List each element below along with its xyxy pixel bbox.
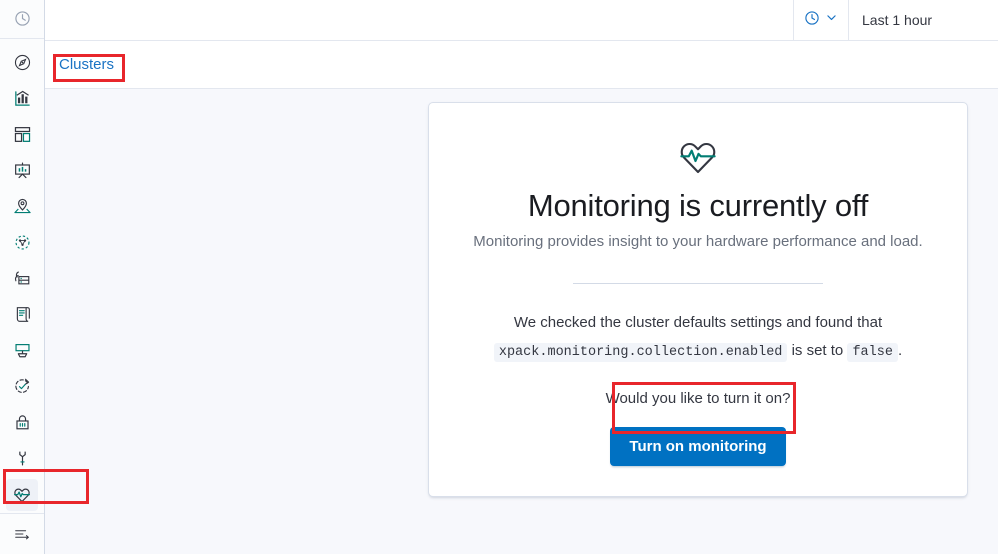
- sidebar-item-machine-learning[interactable]: [6, 227, 38, 259]
- collapse-menu-button[interactable]: [6, 518, 38, 550]
- content-area: Monitoring is currently off Monitoring p…: [45, 89, 998, 554]
- body-line-1: We checked the cluster defaults settings…: [453, 310, 943, 336]
- sidebar-recent-section: [0, 0, 44, 39]
- main-column: Last 1 hour Clusters Monitoring is curre…: [45, 0, 998, 554]
- turn-on-monitoring-button[interactable]: Turn on monitoring: [610, 427, 785, 466]
- setting-name-code: xpack.monitoring.collection.enabled: [494, 343, 788, 362]
- sidebar-item-monitoring[interactable]: [6, 479, 38, 511]
- primary-sidebar: [0, 0, 45, 554]
- sidebar-nav-list: [0, 39, 44, 513]
- heart-pulse-icon: [676, 135, 720, 179]
- logs-scroll-icon: [13, 305, 32, 324]
- sidebar-item-dashboard[interactable]: [6, 119, 38, 151]
- sidebar-item-uptime[interactable]: [6, 371, 38, 403]
- page-subtitle: Monitoring provides insight to your hard…: [453, 231, 943, 253]
- map-marker-icon: [13, 197, 32, 216]
- breadcrumb: Clusters: [45, 41, 998, 89]
- heart-pulse-icon: [12, 485, 32, 505]
- sidebar-item-visualize[interactable]: [6, 83, 38, 115]
- primary-action-row: Turn on monitoring: [453, 427, 943, 466]
- sidebar-footer: [0, 513, 44, 554]
- monitoring-setup-page: Last 1 hour Clusters Monitoring is curre…: [0, 0, 998, 554]
- body-line-2: xpack.monitoring.collection.enabled is s…: [453, 338, 943, 366]
- setting-value-code: false: [847, 343, 898, 362]
- turn-on-question: Would you like to turn it on?: [453, 388, 943, 410]
- uptime-clock-icon: [13, 377, 32, 396]
- date-range-display[interactable]: Last 1 hour: [849, 0, 998, 40]
- lock-icon: [13, 413, 32, 432]
- chevron-down-icon: [825, 11, 838, 29]
- period-text: .: [898, 342, 902, 359]
- super-date-picker: Last 1 hour: [793, 0, 998, 40]
- clock-icon: [14, 10, 31, 27]
- wrench-icon: [13, 449, 32, 468]
- quick-select-button[interactable]: [793, 0, 849, 40]
- compass-icon: [13, 53, 32, 72]
- monitoring-off-panel: Monitoring is currently off Monitoring p…: [428, 102, 968, 497]
- dashboard-icon: [13, 125, 32, 144]
- breadcrumb-item-clusters[interactable]: Clusters: [59, 56, 114, 74]
- apm-icon: [13, 341, 32, 360]
- sidebar-item-siem[interactable]: [6, 407, 38, 439]
- sidebar-item-apm[interactable]: [6, 335, 38, 367]
- bar-chart-icon: [13, 89, 32, 108]
- collapse-menu-icon: [13, 525, 31, 543]
- sidebar-item-maps[interactable]: [6, 191, 38, 223]
- sidebar-item-dev-tools[interactable]: [6, 443, 38, 475]
- page-title: Monitoring is currently off: [453, 187, 943, 225]
- is-set-to-text: is set to: [792, 342, 844, 359]
- clock-icon: [804, 10, 820, 31]
- sidebar-item-discover[interactable]: [6, 47, 38, 79]
- recently-viewed-button[interactable]: [6, 3, 38, 35]
- infra-icon: [13, 269, 32, 288]
- presentation-icon: [13, 161, 32, 180]
- global-header: Last 1 hour: [45, 0, 998, 41]
- sidebar-item-logs[interactable]: [6, 299, 38, 331]
- divider: [573, 283, 823, 284]
- ml-nodes-icon: [13, 233, 32, 252]
- sidebar-item-canvas[interactable]: [6, 155, 38, 187]
- sidebar-item-infrastructure[interactable]: [6, 263, 38, 295]
- date-range-value: Last 1 hour: [862, 12, 932, 28]
